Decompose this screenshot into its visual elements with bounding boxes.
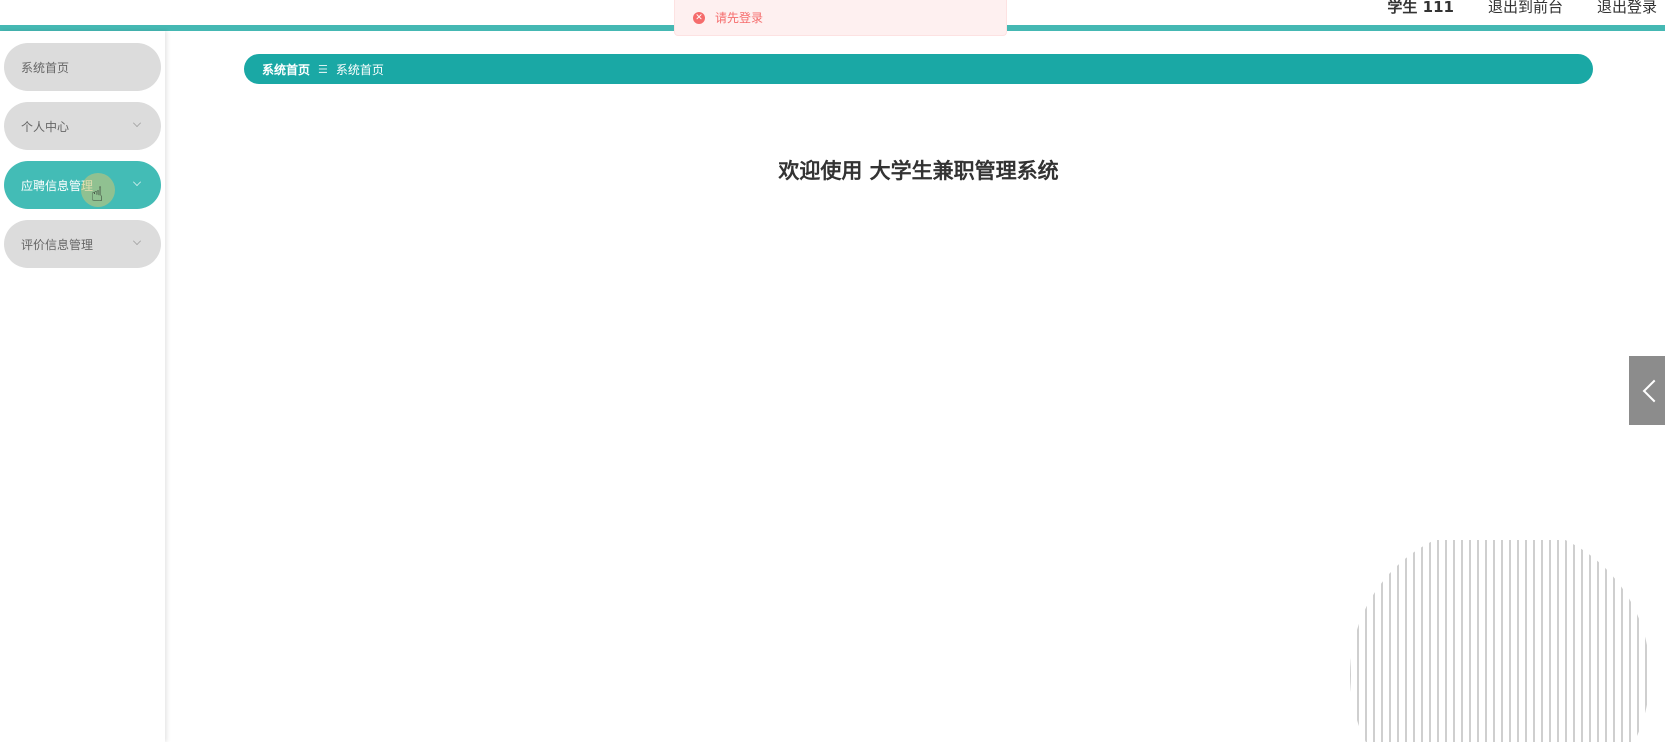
chevron-down-icon [133, 178, 141, 186]
sidebar-item-label: 个人中心 [21, 119, 70, 134]
toast-message: 请先登录 [715, 11, 764, 25]
top-nav: 学生 111 退出到前台 退出登录 [1387, 0, 1657, 17]
error-circle-icon: ✕ [693, 11, 705, 24]
chevron-down-icon [133, 237, 141, 245]
menu-lines-icon: ☰ [318, 62, 328, 76]
logout-link[interactable]: 退出登录 [1597, 0, 1657, 17]
breadcrumb: 系统首页 ☰ 系统首页 [244, 54, 1593, 84]
chevron-left-icon [1642, 379, 1665, 402]
error-toast: ✕ 请先登录 [674, 0, 1007, 36]
welcome-title: 欢迎使用 大学生兼职管理系统 [778, 159, 1059, 183]
sidebar-item-home[interactable]: 系统首页 [4, 43, 161, 91]
current-user: 学生 111 [1387, 0, 1454, 16]
breadcrumb-item-current: 系统首页 [335, 62, 384, 77]
hand-cursor-icon: ☝ [91, 182, 104, 206]
page: 学生 111 退出到前台 退出登录 ✕ 请先登录 系统首页 个人中心 应聘信息管… [0, 0, 1665, 742]
sidebar-item-label: 评价信息管理 [21, 237, 94, 252]
breadcrumb-item-root[interactable]: 系统首页 [262, 61, 310, 78]
sidebar-item-review-management[interactable]: 评价信息管理 [4, 220, 161, 268]
sidebar-item-label: 系统首页 [21, 60, 70, 75]
sidebar-item-personal-center[interactable]: 个人中心 [4, 102, 161, 150]
sidebar: 系统首页 个人中心 应聘信息管理 评价信息管理 [0, 31, 165, 742]
striped-circle-decoration [1350, 540, 1647, 742]
chevron-down-icon [133, 119, 141, 127]
side-panel-toggle[interactable] [1629, 356, 1665, 425]
exit-to-frontend-link[interactable]: 退出到前台 [1488, 0, 1563, 17]
